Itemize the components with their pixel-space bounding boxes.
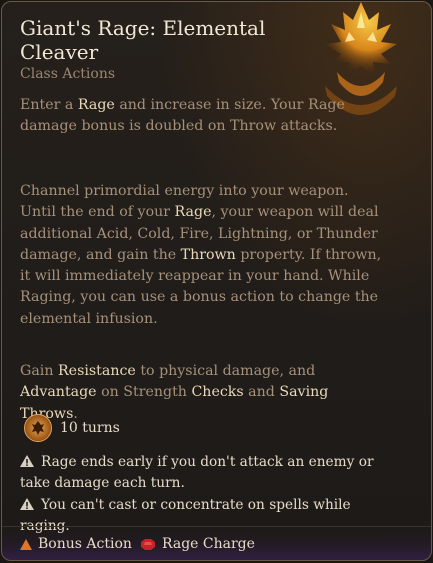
warning-item: Rage ends early if you don't attack an e…	[20, 454, 374, 491]
duration-row: 10 turns	[24, 414, 120, 442]
keyword-rage[interactable]: Rage	[175, 204, 212, 220]
description-paragraph-1: Enter a Rage and increase in size. Your …	[20, 97, 345, 135]
keyword-thrown[interactable]: Thrown	[181, 247, 236, 263]
warning-icon	[20, 455, 34, 467]
cost-bonus-action: Bonus Action	[20, 536, 132, 552]
spell-category: Class Actions	[20, 66, 116, 82]
duration-text: 10 turns	[60, 420, 120, 436]
spell-title: Giant's Rage: Elemental Cleaver	[20, 16, 266, 64]
keyword-rage[interactable]: Rage	[78, 97, 115, 113]
spell-tooltip: Giant's Rage: Elemental Cleaver Class Ac…	[1, 1, 432, 561]
triangle-icon	[20, 538, 32, 550]
description-paragraph-2: Channel primordial energy into your weap…	[20, 183, 382, 327]
resource-cost-bar: Bonus Action Rage Charge	[2, 526, 431, 560]
cost-rage-charge: Rage Charge	[140, 536, 255, 552]
warning-icon	[20, 498, 34, 510]
keyword-advantage[interactable]: Advantage	[20, 384, 97, 400]
rage-charge-icon	[141, 538, 155, 550]
keyword-resistance[interactable]: Resistance	[58, 363, 136, 379]
duration-icon	[24, 414, 52, 442]
keyword-checks[interactable]: Checks	[191, 384, 243, 400]
